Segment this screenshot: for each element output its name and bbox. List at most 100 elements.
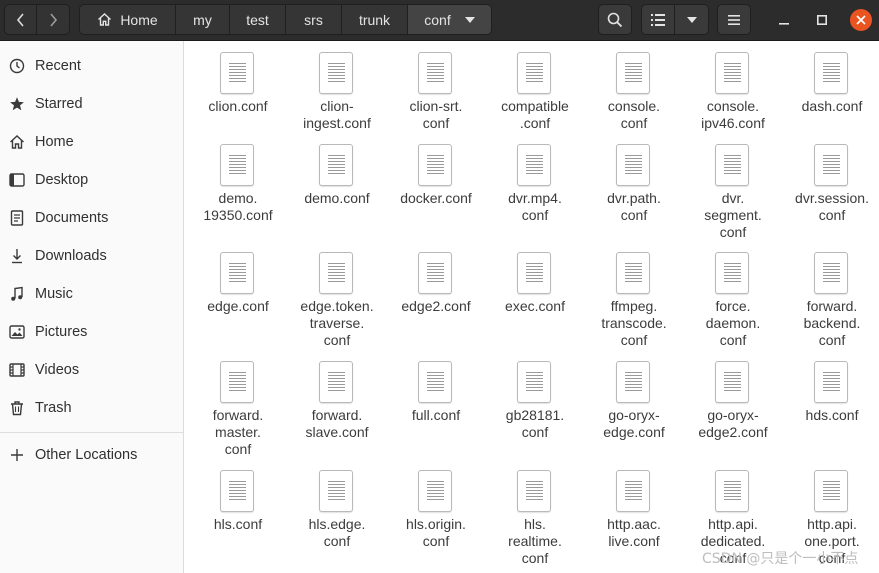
text-file-icon — [319, 252, 353, 294]
file-name: forward. backend. conf — [803, 298, 861, 348]
file-name: demo. 19350.conf — [203, 190, 273, 223]
text-file-icon — [319, 361, 353, 403]
breadcrumb-label: my — [193, 11, 212, 28]
file-name: hls. realtime. conf — [508, 516, 562, 566]
download-icon — [8, 247, 26, 265]
breadcrumb-srs[interactable]: srs — [286, 4, 342, 35]
breadcrumb-home[interactable]: Home — [79, 4, 176, 35]
sidebar-item-videos[interactable]: Videos — [0, 352, 183, 388]
text-file-icon — [418, 470, 452, 512]
sidebar-item-desktop[interactable]: Desktop — [0, 162, 183, 198]
sidebar: Recent Starred Home Desktop Documents Do… — [0, 41, 184, 573]
text-file-icon — [319, 470, 353, 512]
back-button[interactable] — [4, 4, 37, 35]
search-button[interactable] — [598, 4, 632, 35]
close-button[interactable] — [850, 9, 872, 31]
header-bar: Home my test srs trunk conf — [0, 0, 879, 41]
text-file-icon — [715, 52, 749, 94]
breadcrumb-conf[interactable]: conf — [408, 4, 492, 35]
search-icon — [607, 12, 623, 27]
list-view-button[interactable] — [641, 4, 675, 35]
file-name: go-oryx- edge.conf — [603, 407, 665, 440]
file-name: dvr.mp4. conf — [508, 190, 562, 223]
view-options-button[interactable] — [675, 4, 709, 35]
file-name: edge.conf — [207, 298, 269, 314]
file-name: ffmpeg. transcode. conf — [601, 298, 667, 348]
sidebar-item-music[interactable]: Music — [0, 276, 183, 312]
view-toggle — [641, 4, 709, 35]
sidebar-item-label: Documents — [35, 210, 109, 226]
documents-icon — [8, 209, 26, 227]
hamburger-menu-icon — [728, 14, 740, 25]
text-file-icon — [814, 361, 848, 403]
breadcrumb-test[interactable]: test — [230, 4, 286, 35]
breadcrumb-label: Home — [120, 11, 158, 28]
file-name: dash.conf — [801, 98, 863, 114]
file-name: force. daemon. conf — [705, 298, 761, 348]
text-file-icon — [814, 470, 848, 512]
file-name: exec.conf — [505, 298, 565, 314]
close-icon — [856, 15, 866, 25]
sidebar-item-label: Desktop — [35, 172, 89, 188]
sidebar-item-label: Downloads — [35, 248, 107, 264]
file-name: compatible .conf — [501, 98, 569, 131]
file-name: clion.conf — [208, 98, 268, 114]
sidebar-item-label: Starred — [35, 96, 83, 112]
sidebar-item-label: Videos — [35, 362, 80, 378]
minimize-icon — [779, 23, 789, 25]
sidebar-item-other-locations[interactable]: Other Locations — [0, 437, 183, 473]
file-grid: clion.conf clion- ingest.conf clion-srt.… — [184, 41, 879, 573]
sidebar-item-label: Trash — [35, 400, 72, 416]
text-file-icon — [220, 361, 254, 403]
list-view-icon — [651, 13, 665, 26]
file-name: hls.edge. conf — [308, 516, 366, 549]
text-file-icon — [715, 361, 749, 403]
sidebar-item-label: Pictures — [35, 324, 88, 340]
file-name: dvr.path. conf — [607, 190, 661, 223]
breadcrumb-label: trunk — [358, 11, 391, 28]
text-file-icon — [616, 52, 650, 94]
sidebar-divider — [0, 432, 183, 433]
sidebar-item-trash[interactable]: Trash — [0, 390, 183, 426]
file-name: console. conf — [607, 98, 661, 131]
sidebar-item-pictures[interactable]: Pictures — [0, 314, 183, 350]
file-name: forward. slave.conf — [305, 407, 369, 440]
file-name: dvr.session. conf — [795, 190, 869, 223]
text-file-icon — [517, 361, 551, 403]
sidebar-item-label: Recent — [35, 58, 81, 74]
sidebar-item-starred[interactable]: Starred — [0, 86, 183, 122]
chevron-down-icon[interactable] — [464, 16, 475, 23]
home-icon — [8, 133, 26, 151]
text-file-icon — [220, 470, 254, 512]
sidebar-item-downloads[interactable]: Downloads — [0, 238, 183, 274]
sidebar-item-recent[interactable]: Recent — [0, 48, 183, 84]
text-file-icon — [517, 144, 551, 186]
text-file-icon — [616, 252, 650, 294]
breadcrumb-my[interactable]: my — [176, 4, 230, 35]
file-name: http.aac. live.conf — [607, 516, 661, 549]
minimize-button[interactable] — [773, 9, 795, 31]
breadcrumb: Home my test srs trunk conf — [79, 4, 492, 35]
trash-icon — [8, 399, 26, 417]
breadcrumb-label: test — [246, 11, 269, 28]
home-icon — [97, 12, 112, 27]
file-name: edge2.conf — [401, 298, 471, 314]
text-file-icon — [418, 144, 452, 186]
clock-icon — [8, 57, 26, 75]
file-name: hls.conf — [213, 516, 263, 532]
forward-button[interactable] — [37, 4, 70, 35]
file-name: docker.conf — [400, 190, 472, 206]
sidebar-item-home[interactable]: Home — [0, 124, 183, 160]
sidebar-item-label: Home — [35, 134, 74, 150]
maximize-button[interactable] — [811, 9, 833, 31]
forward-icon — [50, 12, 58, 27]
sidebar-item-documents[interactable]: Documents — [0, 200, 183, 236]
videos-icon — [8, 361, 26, 379]
text-file-icon — [616, 361, 650, 403]
menu-button[interactable] — [717, 4, 751, 35]
text-file-icon — [715, 144, 749, 186]
text-file-icon — [319, 144, 353, 186]
pictures-icon — [8, 323, 26, 341]
breadcrumb-trunk[interactable]: trunk — [342, 4, 408, 35]
text-file-icon — [715, 470, 749, 512]
